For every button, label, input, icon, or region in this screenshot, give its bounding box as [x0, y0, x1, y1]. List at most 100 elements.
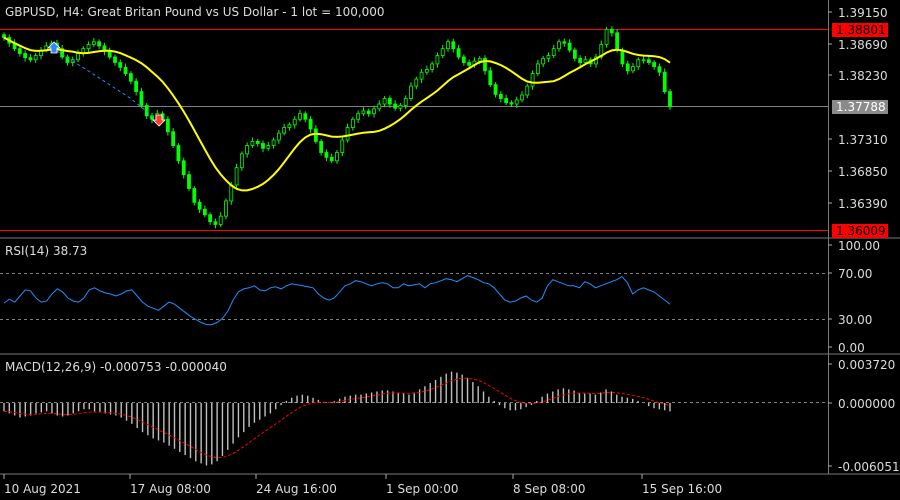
candle — [197, 201, 202, 210]
candle — [266, 145, 271, 149]
candle — [356, 113, 361, 120]
macd-panel[interactable]: MACD(12,26,9) -0.000753 -0.000040 0.0037… — [0, 358, 900, 474]
candle — [488, 70, 493, 86]
candle — [23, 53, 28, 59]
rsi-tick: 100.00 — [838, 239, 880, 253]
candle — [91, 41, 96, 45]
trading-chart[interactable]: GBPUSD, H4: Great Britan Pound vs US Dol… — [0, 0, 900, 500]
candle — [139, 91, 144, 106]
time-tick: 17 Aug 08:00 — [130, 482, 211, 496]
macd-label: MACD(12,26,9) -0.000753 -0.000040 — [5, 360, 227, 374]
time-tick: 24 Aug 16:00 — [256, 482, 337, 496]
candle — [361, 110, 366, 115]
candle — [76, 53, 80, 61]
candle — [340, 139, 345, 153]
candle — [97, 41, 102, 47]
candle — [535, 63, 540, 74]
candle — [393, 103, 398, 109]
candle — [525, 85, 530, 96]
candle — [271, 139, 276, 146]
candle — [419, 71, 424, 80]
candle — [541, 57, 546, 65]
candle — [128, 73, 133, 82]
candle — [446, 41, 450, 50]
upper-level-label: 1.38801 — [836, 23, 886, 37]
candle — [557, 41, 561, 50]
candle — [187, 174, 191, 189]
candle — [615, 32, 620, 51]
candle — [477, 57, 482, 62]
candle — [176, 145, 181, 162]
candle — [303, 113, 308, 120]
time-tick: 15 Sep 16:00 — [642, 482, 722, 496]
candle — [387, 98, 392, 105]
candle — [530, 73, 535, 87]
candle — [165, 118, 170, 133]
candle — [657, 66, 662, 73]
candle — [118, 62, 123, 68]
candle — [604, 28, 609, 45]
candle — [572, 49, 577, 59]
candle — [86, 44, 91, 50]
candle — [467, 62, 472, 66]
rsi-tick: 0.00 — [838, 341, 865, 355]
candle — [298, 113, 302, 120]
candle — [636, 59, 641, 68]
price-tick: 1.39150 — [838, 6, 888, 20]
candle — [234, 167, 239, 186]
candle — [625, 63, 630, 72]
candle — [409, 85, 413, 99]
price-panel[interactable] — [0, 0, 828, 233]
candle — [435, 55, 440, 65]
current-price-label: 1.37788 — [836, 100, 886, 114]
candle — [498, 93, 503, 99]
candle — [134, 80, 139, 92]
candle — [583, 59, 588, 63]
price-tick: 1.38230 — [838, 69, 888, 83]
candle — [113, 56, 117, 63]
candle — [551, 48, 556, 56]
candle — [245, 145, 250, 155]
candle — [668, 91, 672, 108]
candle — [350, 118, 355, 128]
candle — [440, 48, 445, 56]
candle — [504, 98, 509, 104]
candle — [329, 156, 334, 162]
candle — [239, 153, 244, 169]
price-tick: 1.36390 — [838, 197, 888, 211]
candle — [282, 127, 287, 134]
candle — [308, 118, 313, 130]
candle — [456, 48, 461, 58]
candle — [181, 160, 186, 176]
time-axis[interactable]: 10 Aug 2021 17 Aug 08:00 24 Aug 16:00 1 … — [3, 474, 722, 496]
rsi-tick: 30.00 — [838, 313, 872, 327]
candle — [218, 215, 223, 225]
candle — [287, 124, 292, 128]
candle — [451, 41, 456, 50]
candle — [646, 59, 651, 63]
candle — [335, 152, 339, 162]
candle — [652, 62, 657, 68]
candle — [382, 98, 387, 105]
candle — [620, 49, 625, 65]
candle — [319, 141, 324, 153]
candle — [192, 188, 197, 203]
candle — [520, 94, 524, 101]
candle — [567, 42, 572, 51]
time-tick: 1 Sep 00:00 — [386, 482, 458, 496]
rsi-panel[interactable]: RSI(14) 38.73 100.00 70.00 30.00 0.00 — [0, 239, 880, 355]
candle — [324, 152, 329, 158]
price-tick: 1.37310 — [838, 133, 888, 147]
candle — [33, 55, 38, 61]
macd-tick: 0.003720 — [838, 358, 895, 372]
candle — [372, 108, 376, 115]
candle — [144, 105, 149, 117]
candle — [641, 59, 646, 62]
time-tick: 8 Sep 08:00 — [513, 482, 585, 496]
candle — [366, 110, 371, 115]
time-tick: 10 Aug 2021 — [4, 482, 81, 496]
candle — [430, 63, 435, 70]
candle — [377, 103, 382, 110]
candle — [609, 28, 614, 34]
candle — [276, 132, 281, 141]
